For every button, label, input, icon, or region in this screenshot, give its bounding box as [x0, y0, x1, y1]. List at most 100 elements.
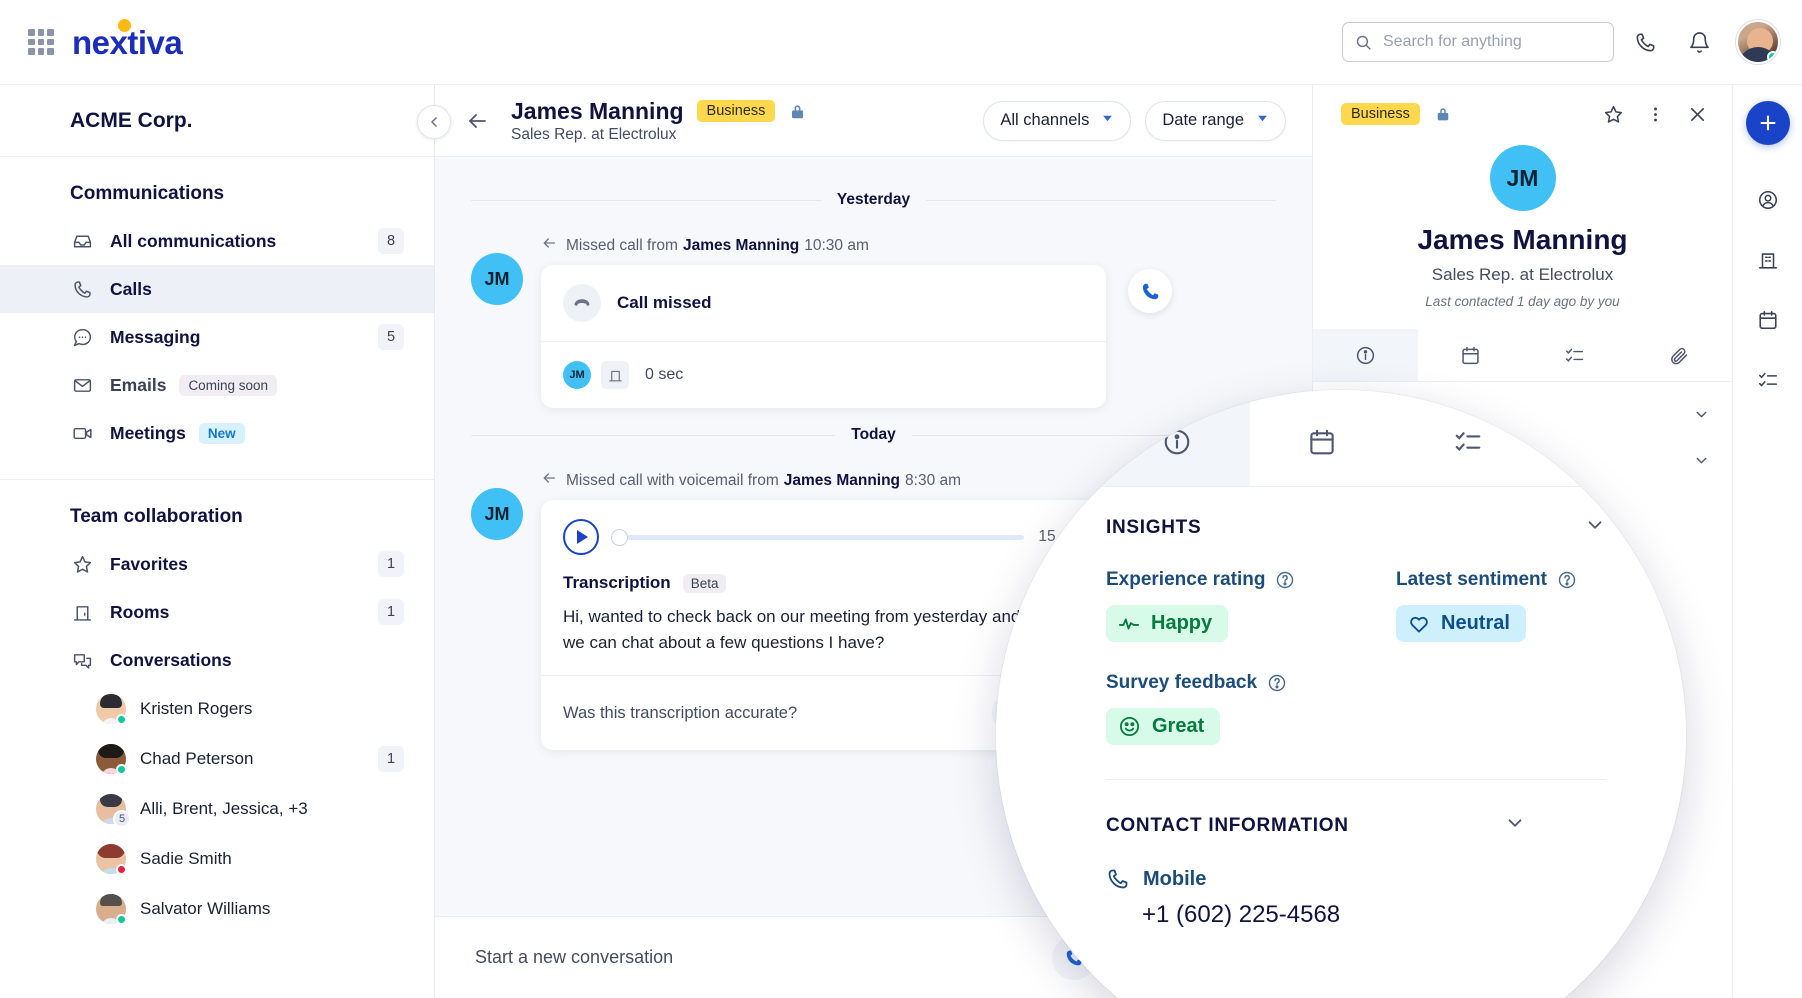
message-meta-time: 8:30 am: [905, 471, 962, 489]
filter-all-channels[interactable]: All channels: [983, 100, 1132, 141]
sidebar-item-messaging[interactable]: Messaging 5: [0, 313, 434, 361]
phone-icon: [1108, 869, 1128, 889]
rail-item-contacts[interactable]: [1744, 173, 1792, 227]
phone-icon[interactable]: [1622, 19, 1668, 65]
sidebar-item-meetings[interactable]: Meetings New: [0, 409, 434, 457]
sidebar-item-conversations[interactable]: Conversations: [0, 636, 434, 684]
conversation-title-block: James Manning Business Sales Rep. at Ele…: [511, 98, 807, 144]
envelope-icon: [70, 375, 94, 396]
tab-files[interactable]: [1627, 329, 1732, 381]
sidebar-item-calls[interactable]: Calls: [0, 265, 434, 313]
tab-tasks[interactable]: [1395, 398, 1541, 486]
rail-item-tasks[interactable]: [1744, 353, 1792, 407]
presence-dot: [116, 764, 127, 775]
list-item[interactable]: Sadie Smith: [0, 834, 434, 884]
arrow-left-icon: [541, 470, 557, 491]
chevron-down-icon[interactable]: [1504, 812, 1526, 839]
tab-files[interactable]: [1541, 398, 1687, 486]
chevron-down-icon[interactable]: [1693, 452, 1710, 474]
list-item[interactable]: 5 Alli, Brent, Jessica, +3: [0, 784, 434, 834]
metric-value-badge: Happy: [1106, 605, 1229, 642]
conversations-icon: [70, 650, 94, 671]
more-vertical-icon[interactable]: [1638, 97, 1672, 131]
search-icon: [1356, 35, 1371, 50]
sidebar-item-chip: Coming soon: [179, 374, 277, 396]
chat-bubble-icon: [70, 327, 94, 348]
list-item[interactable]: Chad Peterson 1: [0, 734, 434, 784]
sidebar-item-favorites[interactable]: Favorites 1: [0, 540, 434, 588]
app-body: ACME Corp. Communications All communicat…: [0, 85, 1802, 998]
search-input[interactable]: Search for anything: [1342, 22, 1614, 62]
feedback-question: Was this transcription accurate?: [563, 703, 798, 722]
scrubber-handle[interactable]: [611, 528, 628, 546]
sidebar-item-label: Favorites: [110, 553, 188, 574]
list-item-label: Salvator Williams: [140, 899, 271, 918]
sidebar-item-emails[interactable]: Emails Coming soon: [0, 361, 434, 409]
back-button[interactable]: [457, 101, 497, 141]
message-meta: Missed call from James Manning 10:30 am: [541, 235, 1106, 256]
sidebar-item-label: Emails: [110, 374, 167, 395]
sidebar-section-title: Communications: [70, 183, 225, 204]
rail-item-accounts[interactable]: [1744, 233, 1792, 287]
arrow-left-icon: [541, 235, 557, 256]
magnifier-overlay: INSIGHTS Experience rating Happy Latest …: [996, 390, 1686, 998]
tab-overview[interactable]: [1104, 398, 1250, 486]
conversation-header: James Manning Business Sales Rep. at Ele…: [435, 85, 1312, 157]
create-new-button[interactable]: [1745, 101, 1790, 145]
metric-survey-feedback: Survey feedback Great: [1106, 672, 1686, 745]
tasks-icon: [1758, 372, 1777, 387]
call-back-button[interactable]: [1128, 269, 1172, 313]
metric-value: Neutral: [1441, 612, 1510, 634]
sidebar-item-label: Meetings: [110, 422, 186, 443]
avatar[interactable]: [1736, 20, 1780, 64]
tab-tasks[interactable]: [1523, 329, 1628, 381]
star-icon[interactable]: [1596, 97, 1630, 131]
question-icon[interactable]: [1267, 673, 1287, 693]
list-item-count: 1: [378, 746, 404, 772]
audio-scrubber[interactable]: [611, 528, 1025, 546]
grid-apps-icon[interactable]: [28, 29, 54, 55]
sidebar-item-label: Conversations: [110, 649, 232, 670]
list-item[interactable]: Kristen Rogers: [0, 684, 434, 734]
divider: [1106, 779, 1606, 780]
chevron-down-icon[interactable]: [1693, 406, 1710, 428]
list-item-label: Chad Peterson: [140, 749, 254, 768]
chevron-down-icon[interactable]: [1584, 514, 1606, 541]
inbox-icon: [70, 231, 94, 252]
list-item-label: Kristen Rogers: [140, 699, 253, 718]
tab-calendar[interactable]: [1250, 398, 1396, 486]
sidebar-item-rooms[interactable]: Rooms 1: [0, 588, 434, 636]
contact-field-value[interactable]: +1 (602) 225-4568: [1142, 901, 1686, 929]
avatar: [96, 894, 127, 925]
presence-dot: [116, 714, 127, 725]
message-meta-prefix: Missed call with voicemail from: [566, 471, 779, 489]
sidebar-item-all-communications[interactable]: All communications 8: [0, 217, 434, 265]
filter-date-range[interactable]: Date range: [1145, 100, 1286, 141]
question-icon[interactable]: [1275, 570, 1295, 590]
message-meta-prefix: Missed call from: [566, 236, 678, 254]
info-icon: [1164, 429, 1190, 455]
sidebar-section-communications: Communications All communications 8 Call…: [0, 157, 434, 480]
org-name: ACME Corp.: [70, 108, 193, 132]
list-item[interactable]: Salvator Williams: [0, 884, 434, 934]
rail-item-calendar[interactable]: [1744, 293, 1792, 347]
list-item-label: Alli, Brent, Jessica, +3: [140, 799, 308, 818]
close-icon[interactable]: [1680, 97, 1714, 131]
bell-icon[interactable]: [1676, 19, 1722, 65]
nextiva-logo[interactable]: nextiva: [72, 18, 183, 59]
message-meta-name: James Manning: [682, 236, 800, 254]
chevron-down-icon: [1101, 111, 1114, 130]
tab-overview[interactable]: [1313, 329, 1418, 381]
tab-calendar[interactable]: [1418, 329, 1523, 381]
metric-value: Great: [1152, 715, 1205, 737]
magnifier-content: INSIGHTS Experience rating Happy Latest …: [996, 390, 1686, 998]
question-icon[interactable]: [1557, 570, 1577, 590]
plus-icon: [1760, 115, 1775, 131]
phone-missed-icon: [563, 284, 601, 322]
call-duration: 0 sec: [645, 366, 684, 383]
day-separator-label: Yesterday: [820, 191, 927, 209]
missed-call-card[interactable]: Call missed JM 0 sec: [541, 265, 1106, 408]
play-icon[interactable]: [563, 519, 599, 555]
insights-metrics: Experience rating Happy Latest sentiment…: [1106, 569, 1686, 642]
sidebar-collapse-button[interactable]: [417, 105, 451, 139]
